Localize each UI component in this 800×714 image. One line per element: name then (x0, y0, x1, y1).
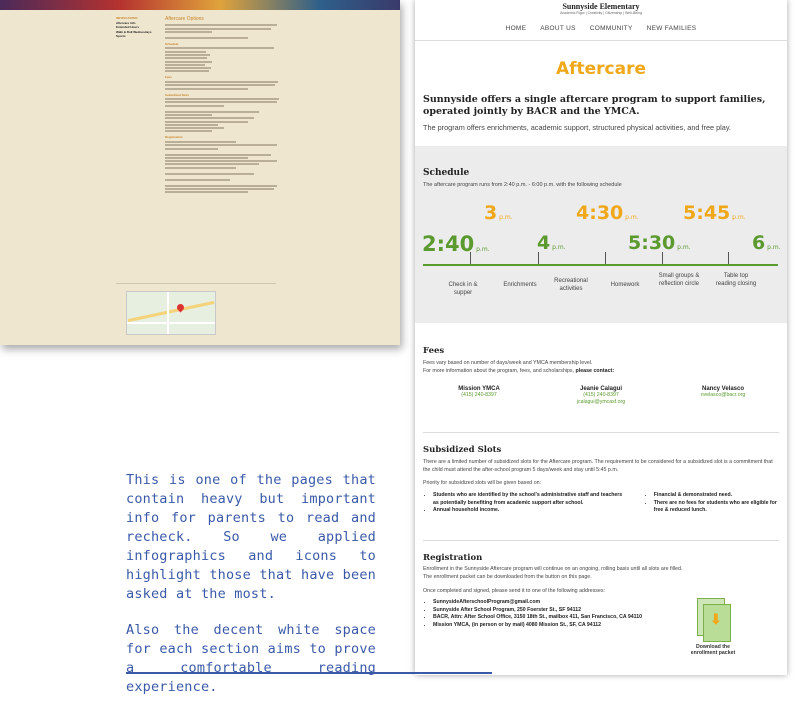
registration-heading: Registration (423, 553, 483, 563)
schedule-sub: The aftercare program runs from 2:40 p.m… (423, 182, 622, 188)
schedule-activity: Check in & supper (448, 282, 478, 296)
nav-new-families[interactable]: NEW FAMILIES (647, 25, 697, 32)
download-enrollment-button[interactable]: ⬇ Download the enrollment packet (685, 598, 741, 656)
old-heading: Registration (165, 135, 183, 140)
contact-email[interactable]: nvelasco@bacr.org (673, 392, 773, 399)
schedule-time: 5:30 p.m. (628, 232, 691, 254)
contact-card: Jeanie Calagui (415) 240-8397 jcalagui@y… (551, 386, 651, 406)
download-document-icon: ⬇ (697, 598, 731, 642)
list-item: BACR, Attn: After School Office, 3150 18… (433, 614, 663, 622)
schedule-time: 4:30 p.m. (576, 202, 639, 224)
nav-divider (415, 40, 787, 41)
download-label: Download the enrollment packet (690, 644, 736, 656)
old-location-map[interactable] (126, 291, 216, 335)
nav-home[interactable]: HOME (506, 25, 527, 32)
old-page-title: Aftercare Options (165, 16, 204, 22)
old-page-screenshot: INFOSCASTER Aftercare Info Extended Hour… (0, 0, 400, 345)
priority-list-left: Students who are identified by the schoo… (423, 492, 626, 515)
fees-heading: Fees (423, 346, 445, 356)
caption-paragraph: Also the decent white space for each sec… (126, 622, 376, 695)
address-list: SunnysideAfterschoolProgram@gmail.com Su… (423, 599, 663, 629)
list-item: Sunnyside After School Program, 250 Foer… (433, 607, 663, 615)
contact-email[interactable]: jcalagui@ymcasf.org (551, 399, 651, 406)
main-nav: HOME ABOUT US COMMUNITY NEW FAMILIES (415, 25, 787, 32)
old-sidebar: INFOSCASTER Aftercare Info Extended Hour… (116, 16, 158, 39)
caption-underline (126, 672, 492, 674)
list-item: There are no fees for students who are e… (654, 500, 779, 515)
schedule-activity: Small groups & reflection circle (658, 273, 700, 287)
nav-community[interactable]: COMMUNITY (590, 25, 633, 32)
caption-paragraph: This is one of the pages that contain he… (126, 472, 376, 602)
design-caption: This is one of the pages that contain he… (126, 471, 376, 714)
contact-card: Nancy Velasco nvelasco@bacr.org (673, 386, 773, 399)
fees-section: Fees Fees vary based on number of days/w… (423, 346, 779, 375)
redesigned-page: Sunnyside Elementary Academic Rigor | Cr… (415, 0, 787, 675)
old-main-content: Aftercare Options Schedule Fees Subsidiz… (165, 16, 283, 195)
schedule-time: 4 p.m. (537, 232, 566, 254)
subsidized-section: Subsidized Slots There are a limited num… (423, 445, 779, 515)
registration-p2: The enrollment packet can be downloaded … (423, 574, 592, 580)
old-heading: Fees (165, 75, 172, 80)
registration-p1: Enrollment in the Sunnyside Aftercare pr… (423, 566, 683, 572)
list-item: Financial & demonstrated need. (654, 492, 779, 500)
subsidized-heading: Subsidized Slots (423, 445, 502, 455)
schedule-activity: Table top reading closing (715, 273, 757, 287)
contact-phone[interactable]: (415) 240-8397 (429, 392, 529, 399)
old-sidebar-link[interactable]: Sports (116, 34, 158, 39)
subsidized-p2: Priority for subsidized slots will be gi… (423, 480, 542, 486)
list-item: Annual household income. (433, 507, 626, 515)
schedule-activity: Enrichments (503, 282, 537, 288)
old-heading: Schedule (165, 41, 179, 46)
timeline-axis (423, 264, 778, 266)
header-photo-band (0, 0, 400, 10)
subsidized-p1: There are a limited number of subsidized… (423, 459, 773, 473)
list-item[interactable]: SunnysideAfterschoolProgram@gmail.com (433, 599, 663, 607)
schedule-time: 2:40 p.m. (422, 232, 490, 256)
schedule-heading: Schedule (423, 168, 470, 178)
contact-phone[interactable]: (415) 240-8397 (551, 392, 651, 399)
section-divider (423, 540, 779, 541)
section-divider (423, 432, 779, 433)
old-footer-divider (116, 283, 276, 284)
old-heading: Subsidized Slots (165, 92, 190, 97)
list-item: Mission YMCA, (in person or by mail) 408… (433, 622, 663, 630)
page-title: Aftercare (555, 59, 647, 79)
fees-line-2: For more information about the program, … (423, 368, 615, 374)
contact-card: Mission YMCA (415) 240-8397 (429, 386, 529, 399)
schedule-time: 6 p.m. (752, 232, 781, 254)
schedule-activity: Homework (610, 282, 640, 288)
page-intro-sub: The program offers enrichments, academic… (423, 123, 731, 132)
fees-line-1: Fees vary based on number of days/week a… (423, 360, 593, 366)
priority-list-right: Financial & demonstrated need. There are… (644, 492, 779, 515)
schedule-time: 3 p.m. (484, 202, 513, 224)
site-logo[interactable]: Sunnyside Elementary (415, 2, 787, 11)
list-item: Students who are identified by the schoo… (433, 492, 626, 507)
schedule-activity: Recreational activities (554, 278, 588, 292)
schedule-time: 5:45 p.m. (683, 202, 746, 224)
site-tagline: Academic Rigor | Creativity | Citizenshi… (560, 11, 642, 15)
registration-p3: Once completed and signed, please send i… (423, 588, 605, 594)
nav-about-us[interactable]: ABOUT US (540, 25, 576, 32)
page-intro: Sunnyside offers a single aftercare prog… (423, 94, 766, 117)
